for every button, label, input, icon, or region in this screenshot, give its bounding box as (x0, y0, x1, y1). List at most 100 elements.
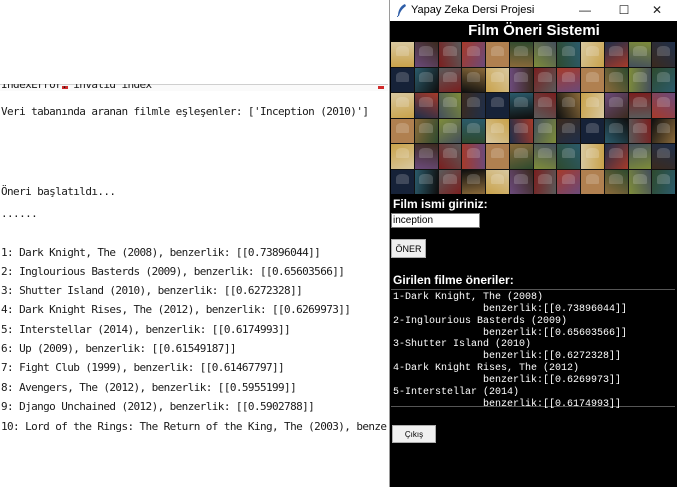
movie-poster-thumbnail (533, 42, 557, 67)
movie-poster-thumbnail (462, 144, 485, 169)
movie-poster-thumbnail (652, 67, 675, 92)
movie-poster-thumbnail (509, 144, 533, 169)
console-result-line: 2: Inglourious Basterds (2009), benzerli… (1, 265, 345, 278)
movie-poster-thumbnail (414, 42, 438, 67)
movie-poster-thumbnail (486, 118, 509, 143)
movie-poster-thumbnail (391, 42, 414, 67)
recommend-button[interactable]: ÖNER (391, 239, 426, 258)
app-title: Film Öneri Sistemi (468, 22, 600, 39)
movie-poster-thumbnail (652, 93, 675, 118)
console-dots-line: ...... (1, 207, 38, 220)
movie-poster-thumbnail (414, 93, 438, 118)
movie-poster-thumbnail (533, 93, 557, 118)
recommendation-title: 4-Dark Knight Rises, The (2012) (393, 363, 580, 374)
movie-poster-thumbnail (533, 144, 557, 169)
movie-poster-thumbnail (438, 42, 462, 67)
console-result-line: 3: Shutter Island (2010), benzerlik: [[0… (1, 284, 303, 297)
movie-poster-thumbnail (652, 42, 675, 67)
movie-poster-thumbnail (557, 42, 580, 67)
movie-poster-thumbnail (438, 118, 462, 143)
recommendations-title: Girilen filme öneriler: (393, 273, 514, 287)
movie-poster-thumbnail (462, 67, 485, 92)
movie-poster-thumbnail (414, 144, 438, 169)
movie-poster-thumbnail (509, 93, 533, 118)
movie-poster-thumbnail (462, 42, 485, 67)
recommendation-title: 2-Inglourious Basterds (2009) (393, 316, 568, 327)
movie-poster-thumbnail (486, 67, 509, 92)
movie-poster-thumbnail (509, 42, 533, 67)
movie-poster-thumbnail (391, 144, 414, 169)
console-start-line: Öneri başlatıldı... (1, 185, 116, 198)
movie-poster-thumbnail (486, 42, 509, 67)
movie-poster-thumbnail (438, 93, 462, 118)
recommendation-score: benzerlik:[[0.73896044]] (483, 304, 628, 315)
console-result-line: 9: Django Unchained (2012), benzerlik: [… (1, 400, 315, 413)
movie-poster-thumbnail (604, 144, 628, 169)
movie-poster-thumbnail (533, 67, 557, 92)
movie-poster-thumbnail (628, 42, 652, 67)
movie-poster-thumbnail (604, 118, 628, 143)
movie-poster-thumbnail (604, 93, 628, 118)
movie-poster-thumbnail (581, 67, 604, 92)
movie-poster-thumbnail (391, 67, 414, 92)
close-button[interactable]: ✕ (643, 2, 671, 19)
movie-poster-thumbnail (628, 169, 652, 194)
console-result-line: 5: Interstellar (2014), benzerlik: [[0.6… (1, 323, 291, 336)
console-result-line: 10: Lord of the Rings: The Return of the… (1, 420, 388, 433)
console-result-line: 6: Up (2009), benzerlik: [[0.61549187]] (1, 342, 236, 355)
console-result-line: 8: Avengers, The (2012), benzerlik: [[0.… (1, 381, 297, 394)
recommendations-list[interactable]: 1-Dark Knight, The (2008) benzerlik:[[0.… (391, 289, 675, 410)
console-error-line: IndexError: invalid index (1, 84, 152, 91)
movie-poster-thumbnail (604, 42, 628, 67)
movie-poster-thumbnail (581, 93, 604, 118)
film-input-label: Film ismi giriniz: (393, 197, 488, 211)
movie-poster-thumbnail (652, 144, 675, 169)
movie-poster-thumbnail (509, 118, 533, 143)
feather-icon (397, 4, 406, 17)
console-result-line: 7: Fight Club (1999), benzerlik: [[0.614… (1, 361, 285, 374)
movie-poster-thumbnail (533, 169, 557, 194)
movie-poster-thumbnail (581, 118, 604, 143)
console-mark (378, 86, 384, 89)
recommendation-score: benzerlik:[[0.6269973]] (483, 375, 622, 386)
minimize-button[interactable]: — (571, 2, 599, 19)
recommendation-score: benzerlik:[[0.6174993]] (483, 399, 622, 410)
movie-poster-thumbnail (557, 169, 580, 194)
movie-poster-thumbnail (438, 169, 462, 194)
movie-poster-thumbnail (486, 93, 509, 118)
window-titlebar[interactable]: Yapay Zeka Dersi Projesi — ☐ ✕ (390, 0, 677, 21)
movie-poster-thumbnail (391, 118, 414, 143)
movie-poster-thumbnail (533, 118, 557, 143)
movie-poster-thumbnail (557, 93, 580, 118)
recommendation-score: benzerlik:[[0.6272328]] (483, 351, 622, 362)
movie-poster-thumbnail (628, 67, 652, 92)
movie-poster-thumbnail (628, 144, 652, 169)
maximize-button[interactable]: ☐ (610, 2, 638, 19)
movie-poster-thumbnail (581, 169, 604, 194)
movie-poster-thumbnail (391, 169, 414, 194)
movie-poster-thumbnail (581, 144, 604, 169)
movie-poster-thumbnail (486, 169, 509, 194)
movie-poster-thumbnail (604, 169, 628, 194)
movie-poster-thumbnail (438, 144, 462, 169)
movie-poster-thumbnail (557, 118, 580, 143)
movie-poster-thumbnail (462, 169, 485, 194)
movie-poster-thumbnail (628, 93, 652, 118)
movie-poster-thumbnail (462, 93, 485, 118)
movie-poster-thumbnail (391, 93, 414, 118)
movie-poster-thumbnail (414, 169, 438, 194)
console-result-line: 1: Dark Knight, The (2008), benzerlik: [… (1, 246, 321, 259)
movie-poster-thumbnail (581, 42, 604, 67)
movie-poster-thumbnail (652, 169, 675, 194)
recommendation-title: 3-Shutter Island (2010) (393, 339, 532, 350)
movie-poster-thumbnail (604, 67, 628, 92)
movie-poster-thumbnail (652, 118, 675, 143)
film-name-input[interactable] (391, 213, 480, 228)
movie-poster-thumbnail (557, 67, 580, 92)
exit-button[interactable]: Çıkış (392, 425, 436, 443)
movie-poster-thumbnail (509, 169, 533, 194)
movie-poster-collage (391, 42, 675, 194)
console-result-line: 4: Dark Knight Rises, The (2012), benzer… (1, 303, 351, 316)
movie-poster-thumbnail (414, 67, 438, 92)
movie-poster-thumbnail (462, 118, 485, 143)
